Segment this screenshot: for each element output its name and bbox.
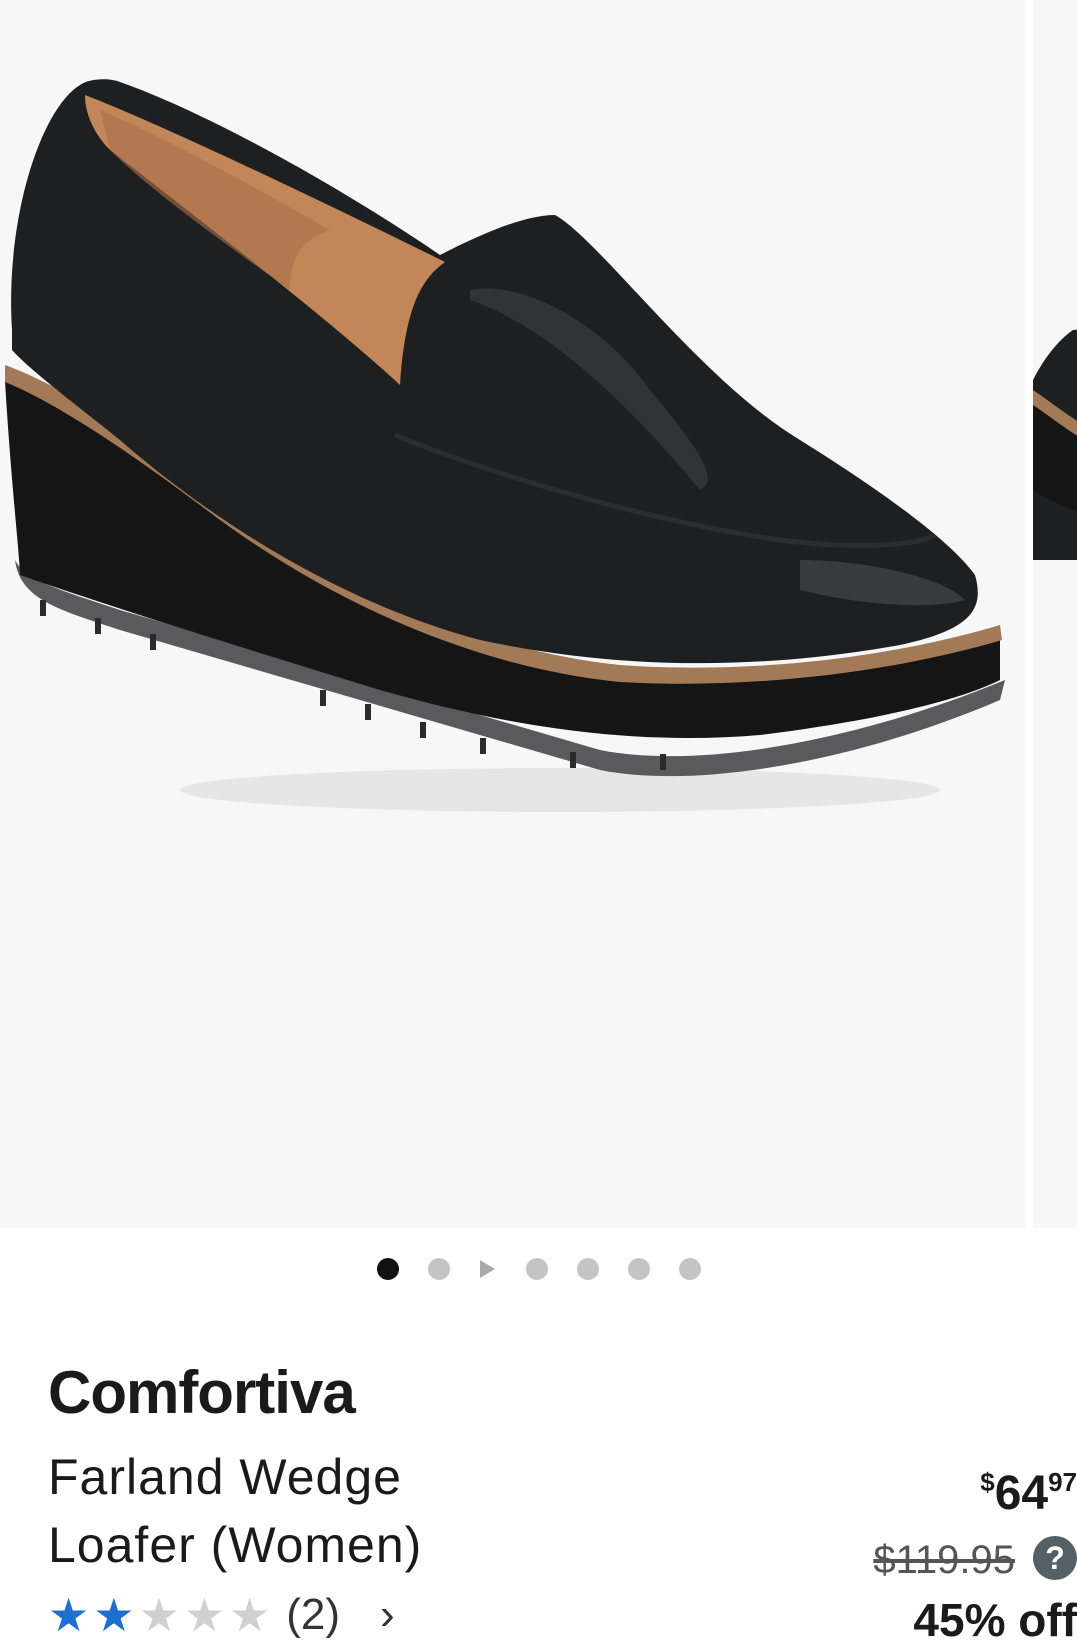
current-price: $6497 [980, 1466, 1077, 1521]
pagination-dot-4[interactable] [525, 1258, 548, 1280]
price-cents: 97 [1048, 1467, 1077, 1497]
gallery-pagination[interactable] [0, 1257, 1077, 1281]
pagination-dot-5[interactable] [576, 1258, 599, 1280]
video-play-icon[interactable] [480, 1260, 495, 1278]
star-icon: ★ [138, 1589, 180, 1641]
discount-badge: 45% off [913, 1594, 1077, 1646]
product-image[interactable] [0, 0, 1025, 1228]
pagination-dot-2[interactable] [427, 1258, 450, 1280]
image-gallery[interactable] [0, 0, 1077, 1228]
rating-summary[interactable]: ★ ★ ★ ★ ★ (2) › [48, 1592, 395, 1639]
star-icon: ★ [229, 1589, 271, 1641]
star-icon: ★ [48, 1589, 90, 1641]
price-whole: 64 [994, 1467, 1049, 1520]
price-currency: $ [980, 1467, 995, 1497]
pagination-dot-1[interactable] [376, 1258, 399, 1280]
original-price: $119.95 [873, 1538, 1015, 1582]
star-icon: ★ [183, 1589, 225, 1641]
pagination-dot-7[interactable] [678, 1258, 701, 1280]
star-icon: ★ [93, 1589, 135, 1641]
product-title: Farland Wedge Loafer (Women) [48, 1449, 423, 1573]
pagination-dot-6[interactable] [627, 1258, 650, 1280]
price-help-icon[interactable]: ? [1033, 1536, 1077, 1580]
chevron-right-icon[interactable]: › [380, 1592, 395, 1638]
brand-name[interactable]: Comfortiva [48, 1358, 356, 1427]
review-count[interactable]: (2) [286, 1592, 340, 1638]
next-shoe-illustration [1033, 329, 1077, 560]
next-product-image[interactable] [1033, 0, 1077, 1228]
shoe-illustration [5, 79, 1005, 812]
